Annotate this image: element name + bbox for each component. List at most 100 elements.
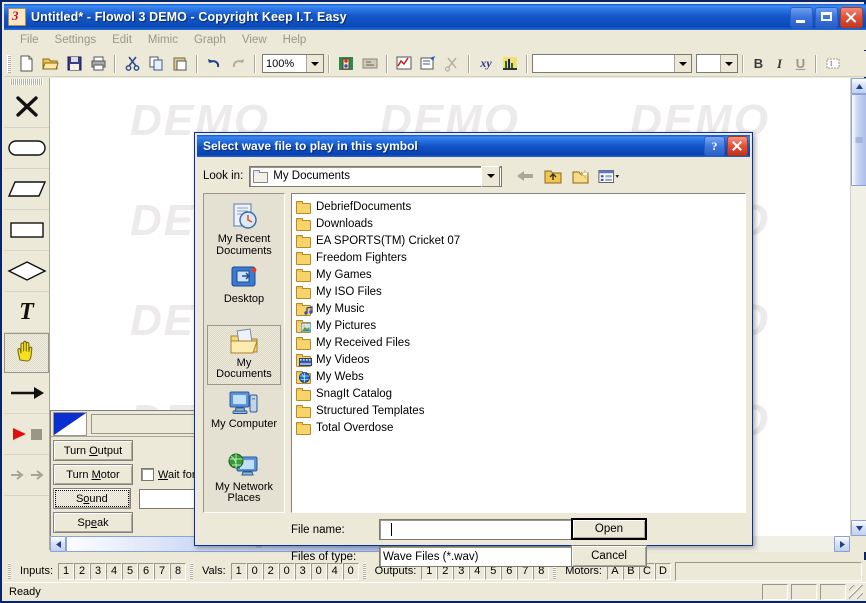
sound-button[interactable]: Sound: [53, 488, 131, 509]
input-cell[interactable]: 3: [90, 562, 107, 580]
menu-item-settings[interactable]: Settings: [47, 32, 105, 48]
close-button[interactable]: [840, 7, 863, 28]
text-box-icon[interactable]: I: [822, 53, 844, 75]
italic-button[interactable]: I: [769, 53, 790, 74]
hand-pan-tool[interactable]: [4, 333, 49, 373]
input-cell[interactable]: 7: [154, 562, 171, 580]
menu-item-graph[interactable]: Graph: [186, 32, 234, 48]
chevron-down-icon[interactable]: [674, 55, 691, 72]
xy-variable-icon[interactable]: xy: [475, 53, 497, 75]
io-grip[interactable]: [8, 563, 11, 579]
file-list-item[interactable]: My Videos: [296, 351, 745, 368]
menu-item-view[interactable]: View: [234, 32, 275, 48]
text-tool[interactable]: T: [4, 292, 49, 333]
help-button[interactable]: ?: [704, 136, 725, 156]
menu-item-help[interactable]: Help: [275, 32, 315, 48]
val-cell[interactable]: 2: [262, 562, 279, 580]
paste-icon[interactable]: [169, 53, 191, 75]
properties-icon[interactable]: [417, 53, 439, 75]
file-list-item[interactable]: My Music: [296, 300, 745, 317]
decision-shape-tool[interactable]: [4, 251, 49, 292]
open-button[interactable]: Open: [571, 518, 647, 540]
connector-arrow-tool[interactable]: [4, 373, 49, 414]
views-dropdown-icon[interactable]: [598, 166, 620, 187]
motor-cell[interactable]: D: [654, 562, 671, 580]
mimic-icon[interactable]: [335, 53, 357, 75]
underline-button[interactable]: U: [790, 53, 811, 74]
print-icon[interactable]: [87, 53, 109, 75]
save-icon[interactable]: [63, 53, 85, 75]
val-cell[interactable]: 1: [230, 562, 247, 580]
file-list-item[interactable]: My Games: [296, 266, 745, 283]
toolbar-grip[interactable]: [7, 54, 11, 73]
cancel-button[interactable]: Cancel: [571, 545, 647, 567]
chevron-down-icon[interactable]: [306, 55, 323, 72]
symbol-name-field[interactable]: [91, 413, 195, 434]
file-list-item[interactable]: EA SPORTS(TM) Cricket 07: [296, 232, 745, 249]
graph-icon[interactable]: [393, 53, 415, 75]
vertical-scroll-thumb[interactable]: [851, 94, 866, 186]
scroll-left-button[interactable]: [50, 536, 66, 552]
process-shape-tool[interactable]: [4, 210, 49, 251]
file-list-item[interactable]: My ISO Files: [296, 283, 745, 300]
file-list-item[interactable]: Structured Templates: [296, 402, 745, 419]
sound-file-field[interactable]: [138, 488, 197, 509]
back-arrow-icon[interactable]: [514, 166, 536, 187]
file-list-item[interactable]: SnagIt Catalog: [296, 385, 745, 402]
menu-item-file[interactable]: File: [12, 32, 47, 48]
undo-icon[interactable]: [203, 53, 225, 75]
palette-grip[interactable]: [10, 79, 43, 85]
new-folder-icon[interactable]: [570, 166, 592, 187]
open-folder-icon[interactable]: [39, 53, 61, 75]
input-cell[interactable]: 5: [122, 562, 139, 580]
up-one-level-icon[interactable]: [542, 166, 564, 187]
cut-icon[interactable]: [121, 53, 143, 75]
io-grip[interactable]: [190, 563, 194, 579]
terminal-shape-tool[interactable]: [4, 128, 49, 169]
val-cell[interactable]: 0: [246, 562, 263, 580]
look-in-combo[interactable]: My Documents: [249, 165, 503, 187]
copy-icon[interactable]: [145, 53, 167, 75]
font-name-combo[interactable]: [532, 54, 692, 73]
wait-for-checkbox[interactable]: [141, 468, 154, 481]
file-list-item[interactable]: Freedom Fighters: [296, 249, 745, 266]
menu-item-edit[interactable]: Edit: [104, 32, 140, 48]
place-desktop[interactable]: Desktop: [207, 262, 281, 322]
place-my-recent-documents[interactable]: My Recent Documents: [207, 200, 281, 260]
dialog-close-button[interactable]: [727, 136, 748, 156]
file-list-item[interactable]: My Pictures: [296, 317, 745, 334]
turn-motor-button[interactable]: Turn Motor: [53, 464, 133, 485]
file-list-item[interactable]: Downloads: [296, 215, 745, 232]
menu-item-mimic[interactable]: Mimic: [140, 32, 186, 48]
step-tool[interactable]: [4, 455, 49, 496]
input-cell[interactable]: 1: [58, 562, 75, 580]
resize-grip[interactable]: [849, 585, 863, 599]
place-my-computer[interactable]: My Computer: [207, 387, 281, 447]
scroll-up-button[interactable]: [851, 78, 866, 94]
scroll-down-button[interactable]: [851, 520, 866, 536]
minimize-button[interactable]: [790, 7, 813, 28]
new-document-icon[interactable]: [15, 53, 37, 75]
file-list-item[interactable]: Total Overdose: [296, 419, 745, 436]
run-stop-tool[interactable]: [4, 414, 49, 455]
file-list-item[interactable]: My Received Files: [296, 334, 745, 351]
place-my-network-places[interactable]: My Network Places: [207, 450, 281, 510]
file-list-item[interactable]: My Webs: [296, 368, 745, 385]
turn-output-button[interactable]: Turn Output: [53, 440, 133, 461]
font-size-combo[interactable]: [696, 54, 738, 73]
bold-button[interactable]: B: [748, 53, 769, 74]
zoom-combo[interactable]: 100%: [262, 54, 324, 73]
speak-button[interactable]: Speak: [53, 512, 133, 533]
input-cell[interactable]: 6: [138, 562, 155, 580]
bar-graph-icon[interactable]: [499, 53, 521, 75]
file-list[interactable]: DebriefDocuments Downloads EA SPORTS(TM)…: [291, 193, 746, 513]
chevron-down-icon[interactable]: [720, 55, 737, 72]
canvas-vertical-scrollbar[interactable]: [850, 78, 866, 536]
place-my-documents[interactable]: My Documents: [207, 324, 281, 386]
scroll-right-button[interactable]: [834, 536, 850, 552]
delete-tool[interactable]: [4, 87, 49, 128]
input-cell[interactable]: 2: [74, 562, 91, 580]
chevron-down-icon[interactable]: [481, 165, 501, 187]
maximize-button[interactable]: [815, 7, 838, 28]
io-shape-tool[interactable]: [4, 169, 49, 210]
